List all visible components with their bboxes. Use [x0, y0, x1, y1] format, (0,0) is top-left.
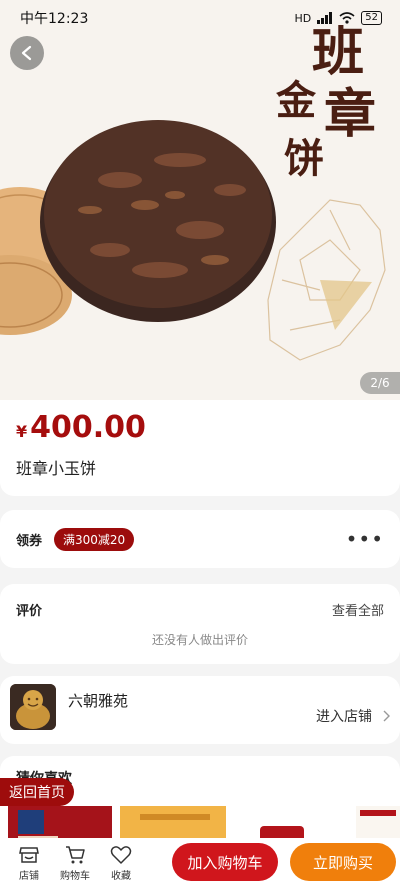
heart-icon [110, 845, 132, 864]
nav-store[interactable]: 店铺 [6, 845, 52, 882]
coupon-label: 领券 [16, 533, 43, 549]
nav-cart[interactable]: 购物车 [52, 845, 98, 882]
bottom-action-bar: 店铺 购物车 收藏 加入购物车 立即购买 [0, 838, 400, 888]
enter-shop-link[interactable]: 进入店铺 [316, 706, 390, 726]
coupon-badge[interactable]: 满300减20 [54, 527, 135, 551]
price: ¥ 400.00 [16, 410, 384, 445]
signal-icon [317, 12, 333, 24]
chevron-left-icon [21, 45, 32, 61]
nav-favorite-label: 收藏 [111, 870, 131, 882]
add-to-cart-button[interactable]: 加入购物车 [172, 843, 278, 881]
shop-name: 六朝雅苑 [68, 692, 129, 710]
store-icon [19, 846, 39, 863]
buy-now-button[interactable]: 立即购买 [290, 843, 396, 881]
status-time: 中午12:23 [20, 11, 89, 27]
shop-row[interactable]: 六朝雅苑 进入店铺 [0, 676, 400, 744]
view-all-link[interactable]: 查看全部 [332, 600, 384, 619]
svg-text:金: 金 [275, 77, 317, 124]
battery-icon: 52 [361, 11, 382, 25]
review-title: 评价 [16, 604, 43, 619]
enter-shop-label: 进入店铺 [316, 709, 372, 725]
buddha-avatar-icon [10, 684, 56, 730]
price-card: ¥ 400.00 班章小玉饼 [0, 400, 400, 496]
nav-cart-label: 购物车 [60, 870, 90, 882]
cart-icon [66, 845, 85, 863]
status-bar: 中午12:23 HD 52 [0, 0, 400, 36]
calligraphy-glyphs-2: 金 饼 [275, 77, 324, 182]
product-image[interactable]: 班 章 金 饼 2/6 [0, 0, 400, 400]
price-value: 400.00 [30, 410, 146, 445]
nav-favorite[interactable]: 收藏 [98, 845, 144, 882]
status-icons: HD 52 [295, 11, 382, 25]
shop-avatar[interactable] [10, 684, 56, 730]
review-section: 评价 查看全部 还没有人做出评价 [0, 584, 400, 664]
back-home-button[interactable]: 返回首页 [0, 778, 74, 806]
nav-store-label: 店铺 [19, 870, 39, 882]
review-empty-text: 还没有人做出评价 [151, 633, 248, 647]
currency-symbol: ¥ [16, 422, 28, 441]
network-label: HD [294, 11, 312, 25]
back-button[interactable] [10, 36, 44, 70]
more-icon[interactable]: ••• [346, 529, 384, 549]
image-counter: 2/6 [360, 372, 400, 394]
coupon-row[interactable]: 领券 满300减20 ••• [0, 510, 400, 568]
chevron-right-icon [383, 710, 390, 722]
wifi-icon [339, 12, 355, 24]
svg-text:饼: 饼 [284, 135, 324, 182]
product-name: 班章小玉饼 [16, 459, 97, 478]
